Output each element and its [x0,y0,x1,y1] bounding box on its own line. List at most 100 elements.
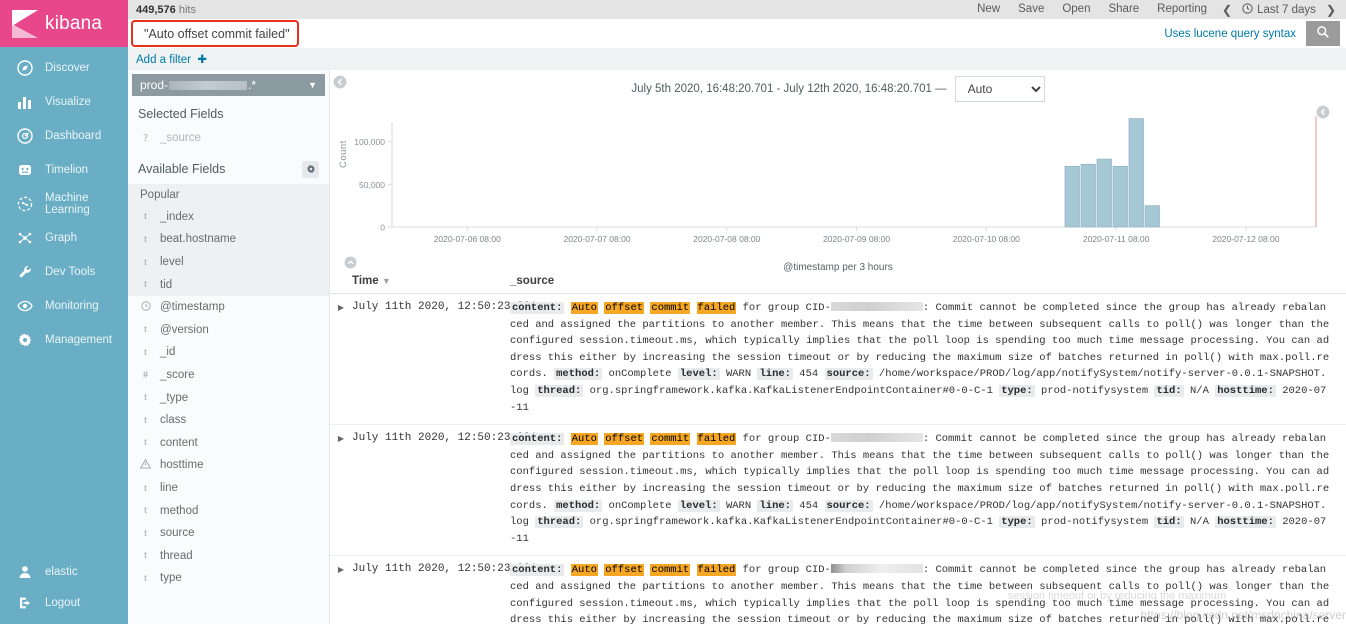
y-axis-label: Count [338,140,349,168]
sidebar-item-graph[interactable]: Graph [0,221,128,255]
histogram-svg[interactable]: 0 50,000 100,000 2020-07-06 08:00 2020-07-07… [330,110,1346,260]
sidebar-item-dashboard[interactable]: Dashboard [0,119,128,153]
sidebar-item-visualize[interactable]: Visualize [0,85,128,119]
add-filter-button[interactable]: Add a filter ✚ [136,52,207,66]
field-panel: prod- .* ▼ Selected Fields ? _source Ava… [128,70,330,624]
field-name: _type [160,391,189,404]
field-row-level[interactable]: t level [128,251,329,274]
new-button[interactable]: New [968,0,1009,19]
time-column-header[interactable]: Time ▼ [352,275,510,287]
field-key: thread: [535,384,584,397]
field-row-_index[interactable]: t _index [128,206,329,229]
field-row-tid[interactable]: t tid [128,273,329,296]
field-row-_type[interactable]: t _type [128,386,329,409]
discover-main: July 5th 2020, 16:48:20.701 - July 12th … [330,70,1346,624]
field-row-content[interactable]: t content [128,432,329,455]
field-row-class[interactable]: t class [128,409,329,432]
field-name: tid [160,278,173,291]
expand-row-icon[interactable]: ▶ [330,562,352,624]
field-key: source: [824,499,873,512]
reporting-button[interactable]: Reporting [1148,0,1216,19]
interval-select[interactable]: AutoMillisecondSecondMinuteHourlyDailyWe… [954,76,1045,102]
highlighted-term: failed [696,564,737,577]
expand-row-icon[interactable]: ▶ [330,300,352,416]
field-row-line[interactable]: t line [128,477,329,500]
svg-text:50,000: 50,000 [359,180,385,190]
field-type-icon: t [144,550,147,562]
time-next-arrow[interactable]: ❯ [1320,3,1342,17]
field-key: type: [999,516,1035,529]
query-bar: Uses lucene query syntax [128,19,1346,48]
field-row-beat-hostname[interactable]: t beat.hostname [128,228,329,251]
open-button[interactable]: Open [1053,0,1099,19]
field-row-_score[interactable]: # _score [128,364,329,387]
sidebar-item-label: Timelion [45,164,89,176]
popular-label: Popular [128,183,329,206]
sidebar-item-label: Discover [45,62,90,74]
time-prev-arrow[interactable]: ❮ [1216,3,1238,17]
dashboard-icon [16,128,33,145]
field-row-version[interactable]: t @version [128,319,329,342]
share-button[interactable]: Share [1099,0,1148,19]
expand-row-icon[interactable]: ▶ [330,431,352,547]
search-button[interactable] [1306,21,1340,46]
time-picker-button[interactable]: Last 7 days [1238,2,1320,17]
field-key: method: [554,499,603,512]
kibana-discover-app: kibana Discover Visualize Dashboard Time… [0,0,1346,624]
field-settings-gear-icon[interactable] [302,160,319,178]
sidebar-item-dev-tools[interactable]: Dev Tools [0,255,128,289]
row-source: content: Auto offset commit failed for g… [510,564,1330,624]
nav-list: Discover Visualize Dashboard Timelion Ma… [0,47,128,556]
warning-field-icon [139,458,152,472]
sidebar-item-discover[interactable]: Discover [0,51,128,85]
field-row-method[interactable]: t method [128,499,329,522]
field-row-hosttime[interactable]: hosttime [128,454,329,477]
gear-icon [16,332,33,349]
field-row-thread[interactable]: t thread [128,545,329,568]
histogram-chart[interactable]: Count 0 50,000 100,000 2020-07-06 08:00 2020… [330,110,1346,273]
table-header-row: Time ▼ _source [330,270,1346,294]
field-row-type[interactable]: t type [128,567,329,590]
field-row-_id[interactable]: t _id [128,341,329,364]
sidebar-item-machine-learning[interactable]: Machine Learning [0,187,128,221]
timelion-icon [16,162,33,179]
index-pattern-selector[interactable]: prod- .* ▼ [132,74,325,96]
field-key: source: [824,368,873,381]
selected-fields-title: Selected Fields [138,107,224,121]
field-type-icon: t [144,414,147,426]
sidebar-item-user[interactable]: elastic [0,556,128,587]
field-name: _id [160,346,176,359]
search-input[interactable] [128,19,1165,48]
table-row[interactable]: ▶ July 11th 2020, 12:50:23.991 content: Au… [330,556,1346,624]
field-type-icon: t [144,346,147,358]
highlighted-term: Auto [570,302,598,314]
svg-text:2020-07-07 08:00: 2020-07-07 08:00 [563,234,630,244]
save-button[interactable]: Save [1009,0,1053,19]
sidebar-item-monitoring[interactable]: Monitoring [0,289,128,323]
sidebar-item-label: elastic [45,565,78,578]
documents-table: Time ▼ _source ▶ July 11th 2020, 12:50:23… [330,270,1346,624]
sidebar-item-timelion[interactable]: Timelion [0,153,128,187]
source-column-header: _source [510,275,555,287]
sort-desc-icon[interactable]: ▼ [382,276,391,286]
field-type-icon: t [144,211,147,223]
field-key: line: [757,499,793,512]
kibana-mark-icon [12,9,38,38]
field-row-source[interactable]: ? _source [128,127,329,150]
field-key: thread: [535,516,584,529]
expand-column-header [330,275,352,287]
field-name: content [160,436,198,449]
lucene-syntax-link[interactable]: Uses lucene query syntax [1164,28,1306,40]
field-row-timestamp[interactable]: @timestamp [128,296,329,319]
brand-name: kibana [45,12,103,34]
svg-text:2020-07-10 08:00: 2020-07-10 08:00 [953,234,1020,244]
field-type-icon: t [144,572,147,584]
field-row-source-field[interactable]: t source [128,522,329,545]
table-row[interactable]: ▶ July 11th 2020, 12:50:23.991 content: Au… [330,425,1346,557]
sidebar-item-logout[interactable]: Logout [0,587,128,618]
table-row[interactable]: ▶ July 11th 2020, 12:50:23.991 content: Au… [330,294,1346,426]
kibana-logo[interactable]: kibana [0,0,128,47]
hits-count: 449,576 [136,3,176,16]
sidebar-item-management[interactable]: Management [0,323,128,357]
field-name: line [160,482,178,495]
